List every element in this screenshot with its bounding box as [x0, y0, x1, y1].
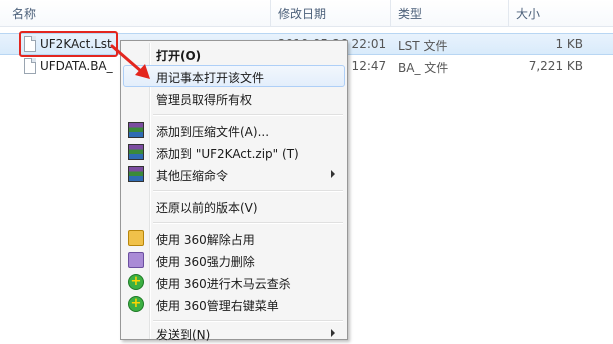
- column-divider[interactable]: [270, 0, 271, 26]
- menu-item-label: 使用 360强力删除: [156, 255, 255, 269]
- column-type-header[interactable]: 类型: [398, 5, 422, 22]
- column-modified-header[interactable]: 修改日期: [278, 5, 326, 22]
- menu-item-label: 其他压缩命令: [156, 169, 229, 183]
- 360-unlock-icon: [128, 230, 144, 246]
- file-icon: [24, 58, 36, 74]
- menu-item-restore-previous[interactable]: 还原以前的版本(V): [123, 195, 345, 217]
- annotation-arrow-icon: [110, 44, 150, 79]
- annotation-highlight-box: [19, 31, 118, 57]
- file-name: UFDATA.BA_: [40, 59, 113, 73]
- file-size: 7,221 KB: [528, 59, 583, 73]
- menu-item-send-to[interactable]: 发送到(N): [123, 322, 345, 344]
- column-name-header[interactable]: 名称: [12, 5, 36, 22]
- menu-separator: [153, 190, 343, 192]
- menu-item-label: 使用 360管理右键菜单: [156, 299, 279, 313]
- file-size: 1 KB: [555, 37, 583, 51]
- menu-item-label: 管理员取得所有权: [156, 93, 253, 107]
- 360-plus-icon: +: [128, 296, 144, 312]
- winrar-icon: [128, 122, 144, 138]
- menu-item-label: 用记事本打开该文件: [156, 71, 265, 85]
- menu-item-label: 发送到(N): [156, 328, 211, 342]
- menu-item-label: 使用 360进行木马云查杀: [156, 277, 291, 291]
- 360-plus-icon: +: [128, 274, 144, 290]
- 360-delete-icon: [128, 252, 144, 268]
- file-type: BA_ 文件: [398, 61, 449, 75]
- column-divider[interactable]: [508, 0, 509, 26]
- column-header-row: 名称 修改日期 类型 大小: [0, 0, 613, 27]
- menu-item-label: 打开(O): [156, 49, 202, 63]
- menu-item-label: 还原以前的版本(V): [156, 201, 258, 215]
- winrar-icon: [128, 166, 144, 182]
- submenu-arrow-icon: [331, 170, 335, 178]
- menu-item-360-force-delete[interactable]: 使用 360强力删除: [123, 249, 345, 271]
- menu-item-360-trojan-scan[interactable]: + 使用 360进行木马云查杀: [123, 271, 345, 293]
- menu-item-label: 使用 360解除占用: [156, 233, 255, 247]
- column-size-header[interactable]: 大小: [516, 5, 540, 22]
- menu-item-other-compress[interactable]: 其他压缩命令: [123, 163, 345, 185]
- column-divider[interactable]: [390, 0, 391, 26]
- menu-item-label: 添加到 "UF2KAct.zip" (T): [156, 147, 299, 161]
- winrar-icon: [128, 144, 144, 160]
- menu-separator: [153, 114, 343, 116]
- menu-item-label: 添加到压缩文件(A)...: [156, 125, 270, 139]
- menu-separator: [153, 222, 343, 224]
- menu-item-360-manage-menu[interactable]: + 使用 360管理右键菜单: [123, 293, 345, 315]
- menu-item-take-ownership[interactable]: 管理员取得所有权: [123, 87, 345, 109]
- menu-item-add-to-archive[interactable]: 添加到压缩文件(A)...: [123, 119, 345, 141]
- file-type: LST 文件: [398, 39, 448, 53]
- menu-item-360-unlock[interactable]: 使用 360解除占用: [123, 227, 345, 249]
- submenu-arrow-icon: [331, 329, 335, 337]
- menu-item-add-to-zip[interactable]: 添加到 "UF2KAct.zip" (T): [123, 141, 345, 163]
